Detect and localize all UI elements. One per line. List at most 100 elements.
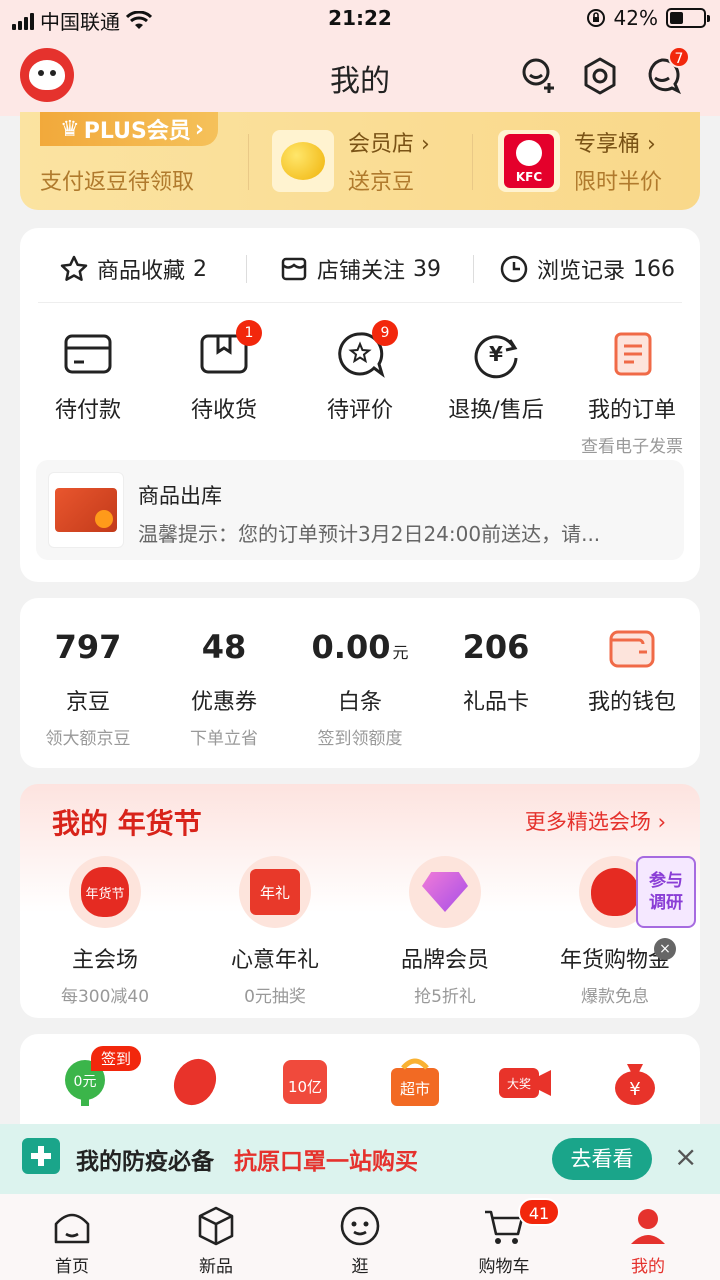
wallet-card-icon	[64, 334, 112, 374]
member-store-item[interactable]: 会员店 › 送京豆	[272, 126, 430, 196]
main-venue[interactable]: 年货节 主会场 每300减40	[20, 856, 190, 1007]
gift-cards-value: 206	[462, 628, 530, 666]
rotation-lock-icon	[586, 9, 605, 27]
survey-float-button[interactable]: 参与调研	[636, 856, 696, 928]
pending-receipt-label: 待收货	[190, 398, 257, 423]
kfc-bucket-title: 专享桶	[574, 132, 641, 157]
red-packet-text: 10亿	[288, 1078, 322, 1096]
wallet-card: 797 京豆 领大额京豆 48 优惠券 下单立省 0.00 元 白条 签到领额度 …	[20, 598, 700, 768]
bean-tool[interactable]	[165, 1052, 225, 1112]
festival-title: 我的 年货节	[52, 807, 202, 840]
coupons-label: 优惠券	[190, 690, 257, 715]
order-status-row: 待付款 1 待收货 9 待评价 ¥ 退换/售后 我的订单 查看电子发票	[20, 320, 700, 457]
new-year-gift-label: 心意年礼	[230, 948, 319, 973]
view-e-invoice-link[interactable]: 查看电子发票	[581, 432, 683, 457]
my-orders[interactable]: 我的订单 查看电子发票	[564, 328, 700, 457]
survey-label: 参与调研	[649, 871, 683, 913]
store-follows-label: 店铺关注	[316, 259, 405, 284]
shopping-gold-sub: 爆款免息	[581, 987, 649, 1007]
add-friend-button[interactable]	[518, 56, 558, 96]
baitiao-value: 0.00	[311, 628, 391, 666]
sign-in-tool[interactable]: 0元 签到	[55, 1046, 142, 1112]
header: 我的 7	[0, 36, 720, 116]
battery-percent: 42%	[613, 6, 658, 30]
red-bean-icon	[173, 1058, 217, 1106]
tab-explore[interactable]: 逛	[288, 1194, 432, 1280]
more-venues-link[interactable]: 更多精选会场 ›	[525, 806, 666, 836]
cart-badge: 41	[518, 1198, 560, 1226]
plus-subtitle: 支付返豆待领取	[40, 170, 195, 195]
messages-button[interactable]: 7	[642, 46, 690, 96]
favorites-row: 商品收藏 2 店铺关注 39 浏览记录 166	[20, 244, 700, 294]
jd-beans[interactable]: 797 京豆 领大额京豆	[20, 628, 156, 749]
kfc-bucket-item[interactable]: KFC 专享桶 › 限时半价	[498, 126, 662, 196]
promo-highlight: 抗原口罩一站购买	[234, 1149, 418, 1175]
gift-box-icon: 年礼	[239, 856, 311, 928]
main-venue-label: 主会场	[71, 948, 138, 973]
main-venue-sub: 每300减40	[60, 987, 150, 1007]
gear-icon	[584, 57, 616, 95]
store-follows[interactable]: 店铺关注 39	[247, 253, 473, 285]
jd-beans-label: 京豆	[65, 690, 110, 715]
pending-payment[interactable]: 待付款	[20, 328, 156, 457]
status-bar: 中国联通 21:22 42%	[0, 0, 720, 36]
store-follows-count: 39	[413, 256, 441, 282]
my-wallet-label: 我的钱包	[587, 690, 676, 715]
plus-membership-card[interactable]: ♛ PLUS会员 › 支付返豆待领取 会员店 › 送京豆 KFC 专享桶 › 限…	[20, 112, 700, 210]
product-favorites-label: 商品收藏	[96, 259, 185, 284]
tab-new-label: 新品	[199, 1257, 233, 1277]
order-list-icon	[614, 332, 652, 376]
brand-membership-label: 品牌会员	[400, 948, 489, 973]
lottery-tool[interactable]: 大奖	[495, 1052, 555, 1112]
pending-receipt[interactable]: 1 待收货	[156, 320, 292, 457]
shipment-title: 商品出库	[138, 484, 222, 508]
epidemic-promo-bar[interactable]: 我的防疫必备 抗原口罩一站购买 去看看 ×	[0, 1124, 720, 1194]
red-packet-tool[interactable]: 10亿	[275, 1052, 335, 1112]
add-contact-icon	[522, 58, 554, 93]
tab-home[interactable]: 首页	[0, 1194, 144, 1280]
tab-cart[interactable]: 购物车 41	[432, 1194, 576, 1280]
zero-yuan-text: 0元	[74, 1074, 97, 1090]
crown-icon: ♛	[60, 116, 80, 142]
finance-tool[interactable]: ¥	[605, 1052, 665, 1112]
tab-new[interactable]: 新品	[144, 1194, 288, 1280]
pending-review[interactable]: 9 待评价	[292, 320, 428, 457]
pending-review-label: 待评价	[326, 398, 393, 423]
survey-close-button[interactable]: ×	[654, 938, 676, 960]
supermarket-tool[interactable]: 超市	[385, 1052, 445, 1112]
shipment-notice[interactable]: 商品出库 温馨提示：您的订单预计3月2日24:00前送达，请...	[36, 460, 684, 560]
plus-tag[interactable]: ♛ PLUS会员 ›	[40, 112, 218, 146]
tab-mine[interactable]: 我的	[576, 1194, 720, 1280]
new-year-gift[interactable]: 年礼 心意年礼 0元抽奖	[190, 856, 360, 1007]
store-icon	[281, 257, 307, 281]
divider	[248, 134, 249, 190]
my-wallet[interactable]: 我的钱包	[564, 628, 700, 749]
camera-prize-icon: 大奖	[499, 1068, 551, 1098]
tools-row: 0元 签到 10亿 超市 大奖 ¥	[20, 1046, 700, 1112]
shipment-desc: 温馨提示：您的订单预计3月2日24:00前送达，请...	[138, 522, 601, 546]
settings-button[interactable]	[580, 56, 620, 96]
bottom-tab-bar: 首页 新品 逛 购物车 41 我的	[0, 1194, 720, 1280]
battery-icon	[666, 8, 710, 28]
pending-payment-label: 待付款	[54, 398, 121, 423]
member-store-title: 会员店	[348, 132, 415, 157]
red-packet-icon: 10亿	[283, 1060, 327, 1104]
wallet-row: 797 京豆 领大额京豆 48 优惠券 下单立省 0.00 元 白条 签到领额度 …	[20, 628, 700, 749]
promo-go-button[interactable]: 去看看	[552, 1138, 652, 1180]
tab-cart-label: 购物车	[478, 1257, 530, 1277]
browse-history-label: 浏览记录	[536, 259, 625, 284]
browse-history[interactable]: 浏览记录 166	[474, 253, 700, 285]
cube-icon	[198, 1206, 234, 1246]
supermarket-text: 超市	[400, 1080, 430, 1098]
gift-cards-label: 礼品卡	[462, 690, 529, 715]
coupons[interactable]: 48 优惠券 下单立省	[156, 628, 292, 749]
promo-close-button[interactable]: ×	[674, 1142, 697, 1172]
promo-title: 我的防疫必备	[76, 1149, 214, 1175]
product-favorites[interactable]: 商品收藏 2	[20, 253, 246, 285]
baitiao[interactable]: 0.00 元 白条 签到领额度	[292, 628, 428, 749]
tab-explore-label: 逛	[351, 1257, 369, 1277]
chevron-right-icon: ›	[194, 116, 204, 142]
returns-aftersale[interactable]: ¥ 退换/售后	[428, 328, 564, 457]
gift-cards[interactable]: 206 礼品卡	[428, 628, 564, 749]
brand-membership[interactable]: 品牌会员 抢5折礼	[360, 856, 530, 1007]
